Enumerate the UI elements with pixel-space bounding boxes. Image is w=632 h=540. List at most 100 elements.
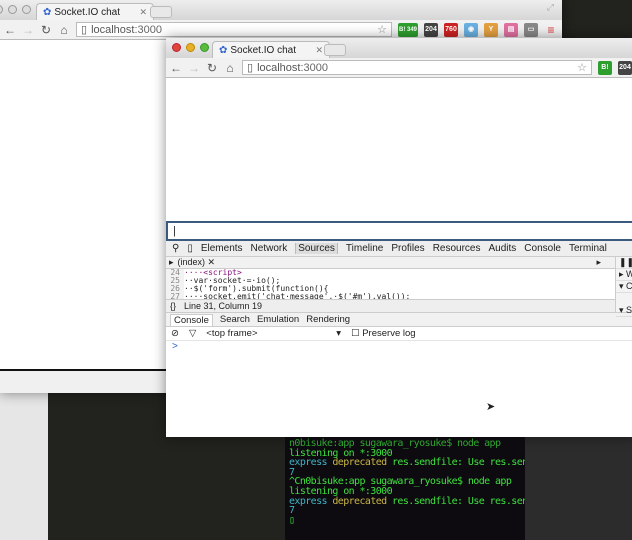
devtools-tab[interactable]: Resources bbox=[433, 243, 481, 254]
clear-console-icon[interactable]: ⊘ bbox=[171, 328, 179, 339]
front-toolbar: ← → ↻ ⌂ ▯ localhost:3000 ☆ B! 204 bbox=[166, 58, 632, 78]
tool-extension-icon[interactable]: Y bbox=[484, 22, 498, 37]
preserve-log-checkbox[interactable]: ☐ Preserve log bbox=[351, 328, 416, 339]
minimize-button[interactable] bbox=[8, 5, 17, 14]
chevron-down-icon[interactable]: ▾ bbox=[336, 328, 341, 339]
filter-icon[interactable]: ▽ bbox=[189, 328, 196, 339]
debugger-toggle-icon[interactable]: ▸ bbox=[596, 257, 601, 268]
url-host: localhost bbox=[91, 23, 135, 36]
section-label: Wa bbox=[626, 269, 632, 279]
tab-title: Socket.IO chat bbox=[230, 44, 296, 56]
devtools-tab[interactable]: Network bbox=[251, 243, 288, 254]
navigator-toggle-icon[interactable]: ▸ bbox=[169, 257, 174, 268]
home-icon[interactable]: ⌂ bbox=[58, 23, 70, 37]
terminal-line: 7 bbox=[289, 506, 521, 516]
desktop-background bbox=[0, 393, 48, 540]
back-icon[interactable]: ← bbox=[4, 23, 16, 37]
terminal-text: express bbox=[289, 457, 333, 469]
console-toolbar: ⊘ ▽ <top frame> ▾ ☐ Preserve log bbox=[166, 327, 632, 341]
message-input[interactable]: | bbox=[166, 221, 632, 241]
counter-extension-icon[interactable]: 204 bbox=[618, 60, 632, 75]
hatena-bookmark-icon[interactable]: B! bbox=[598, 60, 612, 75]
reload-icon[interactable]: ↻ bbox=[40, 23, 52, 37]
terminal-text: express bbox=[289, 495, 333, 507]
terminal-text: deprecated bbox=[332, 495, 393, 507]
editor-status-bar: {} Line 31, Column 19 bbox=[166, 299, 615, 312]
cast-icon[interactable]: ▭ bbox=[524, 22, 538, 37]
counter-extension-icon[interactable]: 204 bbox=[424, 22, 438, 37]
browser-tab[interactable]: ✿ Socket.IO chat ✕ bbox=[212, 41, 330, 58]
forward-icon[interactable]: → bbox=[22, 23, 34, 37]
camera-extension-icon[interactable]: ◉ bbox=[464, 22, 478, 37]
scope-section[interactable]: ▾ Sc bbox=[616, 305, 632, 317]
devtools-tab[interactable]: Terminal bbox=[569, 243, 607, 254]
drawer-tab-rendering[interactable]: Rendering bbox=[306, 314, 350, 325]
cursor-position: Line 31, Column 19 bbox=[184, 301, 263, 311]
socketio-favicon-icon: ✿ bbox=[43, 6, 52, 18]
search-icon[interactable]: ⚲ bbox=[172, 243, 179, 254]
devtools-tab[interactable]: Profiles bbox=[391, 243, 424, 254]
terminal-line: ▯ bbox=[289, 514, 521, 526]
back-icon[interactable]: ← bbox=[170, 61, 182, 75]
drawer-tab-emulation[interactable]: Emulation bbox=[257, 314, 299, 325]
zoom-button[interactable] bbox=[200, 43, 209, 52]
front-titlebar: ✿ Socket.IO chat ✕ bbox=[166, 38, 632, 58]
frame-select[interactable]: <top frame> bbox=[206, 328, 326, 339]
devtools-tab[interactable]: Console bbox=[524, 243, 561, 254]
devtools-tab[interactable]: Timeline bbox=[346, 243, 383, 254]
close-tab-icon[interactable]: ✕ bbox=[139, 7, 147, 18]
bookmark-star-icon[interactable]: ☆ bbox=[577, 61, 587, 74]
address-bar[interactable]: ▯ localhost:3000 ☆ bbox=[76, 22, 392, 37]
home-icon[interactable]: ⌂ bbox=[224, 61, 236, 75]
code-editor: ▸ (index) ✕ ▸ 24 ····<script> 25 ··var·socket… bbox=[166, 257, 616, 312]
new-tab-button[interactable] bbox=[150, 6, 172, 18]
drawer-tab-search[interactable]: Search bbox=[220, 314, 250, 325]
new-tab-button[interactable] bbox=[324, 44, 346, 56]
socketio-favicon-icon: ✿ bbox=[219, 44, 228, 56]
sources-panel: ▸ (index) ✕ ▸ 24 ····<script> 25 ··var·socket… bbox=[166, 257, 632, 317]
reload-icon[interactable]: ↻ bbox=[206, 61, 218, 75]
section-label: Sc bbox=[626, 305, 632, 315]
close-button[interactable] bbox=[172, 43, 181, 52]
forward-icon[interactable]: → bbox=[188, 61, 200, 75]
terminal-line: express deprecated res.sendfile: Use res… bbox=[289, 457, 525, 469]
callstack-section[interactable]: ▾ Ca bbox=[616, 281, 632, 293]
devtools-tab[interactable]: Audits bbox=[489, 243, 517, 254]
code-lines: 24 ····<script> 25 ··var·socket·=·io(); 26 ··… bbox=[166, 269, 615, 301]
drawer-tab-console[interactable]: Console bbox=[170, 313, 213, 326]
terminal-text: res.sendfile: Use res.sendFile instead bbox=[392, 495, 525, 507]
fullscreen-icon[interactable]: ⤢ bbox=[547, 2, 554, 13]
terminal-window[interactable]: n0bisuke:app sugawara_ryosuke$ node app l… bbox=[285, 437, 525, 540]
pink-extension-icon[interactable]: ▤ bbox=[504, 22, 518, 37]
menu-icon[interactable]: ≡ bbox=[544, 23, 558, 37]
minimize-button[interactable] bbox=[186, 43, 195, 52]
zoom-button[interactable] bbox=[22, 5, 31, 14]
notify-extension-icon[interactable]: 760 bbox=[444, 22, 458, 37]
device-mode-icon[interactable]: ▯ bbox=[187, 243, 193, 254]
page-icon: ▯ bbox=[247, 62, 254, 74]
pretty-print-icon[interactable]: {} bbox=[170, 301, 176, 311]
tab-title: Socket.IO chat bbox=[54, 6, 120, 18]
bookmark-star-icon[interactable]: ☆ bbox=[377, 23, 387, 36]
file-tab-label: (index) bbox=[177, 257, 206, 267]
drawer-tabs: Console Search Emulation Rendering bbox=[166, 313, 632, 327]
browser-tab[interactable]: ✿ Socket.IO chat ✕ bbox=[36, 3, 154, 20]
close-tab-icon[interactable]: ✕ bbox=[315, 45, 323, 56]
devtools-tab-selected[interactable]: Sources bbox=[295, 243, 338, 254]
back-toolbar: ← → ↻ ⌂ ▯ localhost:3000 ☆ B! 349 204 760 ◉ Y… bbox=[0, 20, 562, 40]
devtools-tab[interactable]: Elements bbox=[201, 243, 243, 254]
hatena-bookmark-icon[interactable]: B! 349 bbox=[397, 22, 418, 37]
chat-messages-area bbox=[166, 78, 632, 221]
console-prompt[interactable]: > bbox=[166, 341, 632, 352]
watch-section[interactable]: ▸ Wa bbox=[616, 269, 632, 281]
devtools-tabbar: ⚲ ▯ Elements Network Sources Timeline Pro… bbox=[166, 241, 632, 257]
terminal-text: deprecated bbox=[332, 457, 393, 469]
terminal-line: express deprecated res.sendfile: Use res… bbox=[289, 495, 525, 507]
terminal-text: res.sendfile: Use res.sendFile instead bbox=[392, 457, 525, 469]
page-icon: ▯ bbox=[81, 24, 88, 36]
file-tab[interactable]: (index) ✕ bbox=[178, 257, 216, 268]
close-button[interactable] bbox=[0, 5, 3, 14]
address-bar[interactable]: ▯ localhost:3000 ☆ bbox=[242, 60, 592, 75]
terminal-text: ▯ bbox=[289, 514, 295, 526]
pause-icon[interactable]: ❚❚ bbox=[616, 257, 632, 269]
